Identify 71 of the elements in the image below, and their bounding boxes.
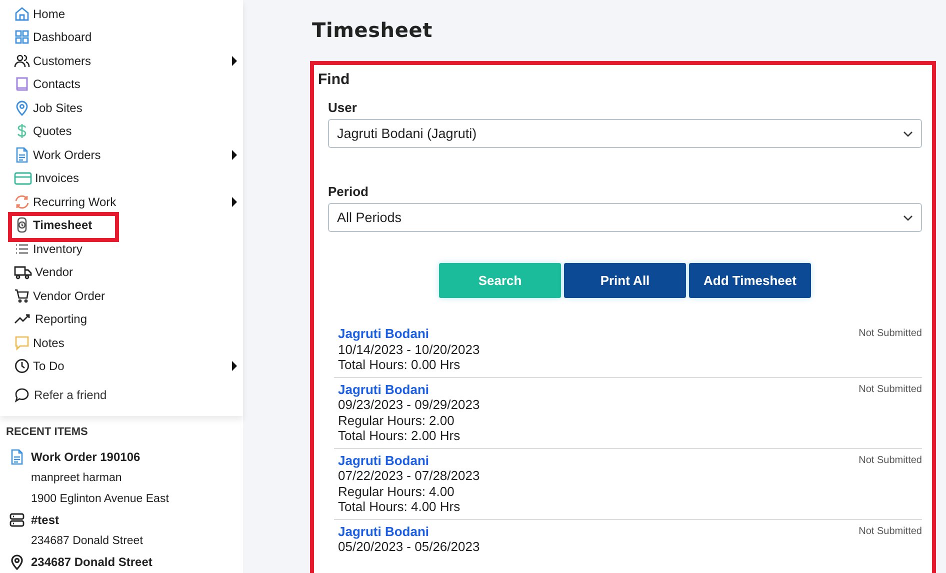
sidebar-item[interactable]: Reporting (0, 308, 243, 331)
sidebar-item[interactable]: Customers (0, 49, 243, 72)
sidebar-item[interactable]: Vendor Order (0, 284, 243, 308)
sidebar-item[interactable]: Recurring Work (0, 190, 243, 214)
grid-icon (14, 29, 30, 46)
timesheet-entry[interactable]: Jagruti Bodani 05/20/2023 - 05/26/2023 Not Submitted (334, 524, 922, 558)
sidebar-item[interactable]: Vendor (0, 260, 243, 284)
location-pin-icon (14, 100, 30, 116)
note-icon (14, 334, 30, 351)
timesheet-user-link[interactable]: Jagruti Bodani (338, 452, 480, 468)
sidebar-item[interactable]: Notes (0, 331, 243, 354)
section-heading: RECENT ITEMS (6, 426, 89, 438)
sidebar-item[interactable]: Home (0, 2, 243, 26)
date-range: 10/14/2023 - 10/20/2023 (338, 342, 480, 357)
card-icon (14, 170, 32, 186)
status-text: Not Submitted (858, 524, 922, 538)
sidebar-item[interactable]: Dashboard (0, 26, 243, 49)
sidebar-item[interactable]: Timesheet (0, 214, 243, 237)
timesheet-user-link[interactable]: Jagruti Bodani (338, 382, 480, 397)
location-pin-icon (9, 554, 25, 570)
cart-icon (14, 288, 30, 304)
people-icon (14, 52, 30, 69)
truck-icon (14, 264, 32, 280)
status-text: Not Submitted (858, 382, 922, 396)
sidebar-item[interactable]: Job Sites (0, 96, 243, 120)
timesheet-user-link[interactable]: Jagruti Bodani (338, 326, 480, 342)
document-icon (14, 146, 30, 163)
refresh-icon (14, 194, 30, 210)
server-icon (9, 512, 25, 528)
timesheet-entry[interactable]: Jagruti Bodani 09/23/2023 - 09/29/2023 Regular Hours: 2.00 Total Hours: 2.00 Hrs Not Submitted (334, 382, 922, 448)
status-text: Not Submitted (858, 454, 922, 468)
hours-text: Regular Hours: 4.00 (338, 484, 456, 499)
recent-item-detail: manpreet harman (31, 472, 122, 484)
home-icon (14, 6, 30, 22)
recent-item-detail: 1900 Eglinton Avenue East (31, 493, 169, 506)
timesheet-entry[interactable]: Jagruti Bodani 10/14/2023 - 10/20/2023 Total Hours: 0.00 Hrs Not Submitted (334, 326, 922, 378)
sidebar-item[interactable]: Contacts (0, 72, 243, 96)
timesheet-entry[interactable]: Jagruti Bodani 07/22/2023 - 07/28/2023 Regular Hours: 4.00 Total Hours: 4.00 Hrs Not Submitted (334, 452, 922, 520)
action-button[interactable]: Add Timesheet (689, 263, 811, 298)
select-field[interactable]: Jagruti Bodani (Jagruti) (328, 119, 922, 148)
date-range: 07/22/2023 - 07/28/2023 (338, 468, 480, 484)
action-button[interactable]: Print All (564, 263, 686, 298)
field-label: User (328, 100, 358, 115)
book-icon (14, 76, 30, 92)
hours-text: Regular Hours: 2.00 (338, 412, 456, 428)
hours-text: Total Hours: 2.00 Hrs (338, 428, 462, 444)
timesheet-user-link[interactable]: Jagruti Bodani (338, 524, 480, 539)
status-text: Not Submitted (858, 327, 922, 341)
date-range: 05/20/2023 - 05/26/2023 (338, 539, 480, 554)
recent-item-link[interactable]: Work Order 190106 (31, 450, 140, 464)
hours-text: Total Hours: 4.00 Hrs (338, 499, 462, 514)
recent-item-detail: 234687 Donald Street (31, 534, 143, 547)
page-title: Timesheet (312, 18, 434, 42)
sidebar-item[interactable]: Invoices (0, 166, 243, 190)
sidebar-item[interactable]: Quotes (0, 120, 243, 143)
document-icon (9, 449, 25, 465)
recent-item-link[interactable]: 234687 Donald Street (31, 554, 152, 568)
date-range: 09/23/2023 - 09/29/2023 (338, 397, 480, 412)
refer-link[interactable]: Refer a friend (34, 388, 107, 402)
sidebar-item[interactable]: Work Orders (0, 143, 243, 166)
clock-icon (14, 358, 30, 374)
chat-bubble-icon (14, 387, 30, 403)
field-label: Period (328, 184, 370, 199)
sidebar-item[interactable]: Inventory (0, 237, 243, 260)
sidebar-item[interactable]: To Do (0, 354, 243, 378)
card-title: Find (318, 71, 351, 88)
select-field[interactable]: All Periods (328, 203, 922, 232)
chevron-down-icon (903, 214, 913, 220)
chevron-down-icon (903, 130, 913, 136)
recent-item-link[interactable]: #test (31, 513, 60, 527)
hours-text: Total Hours: 0.00 Hrs (338, 357, 462, 372)
